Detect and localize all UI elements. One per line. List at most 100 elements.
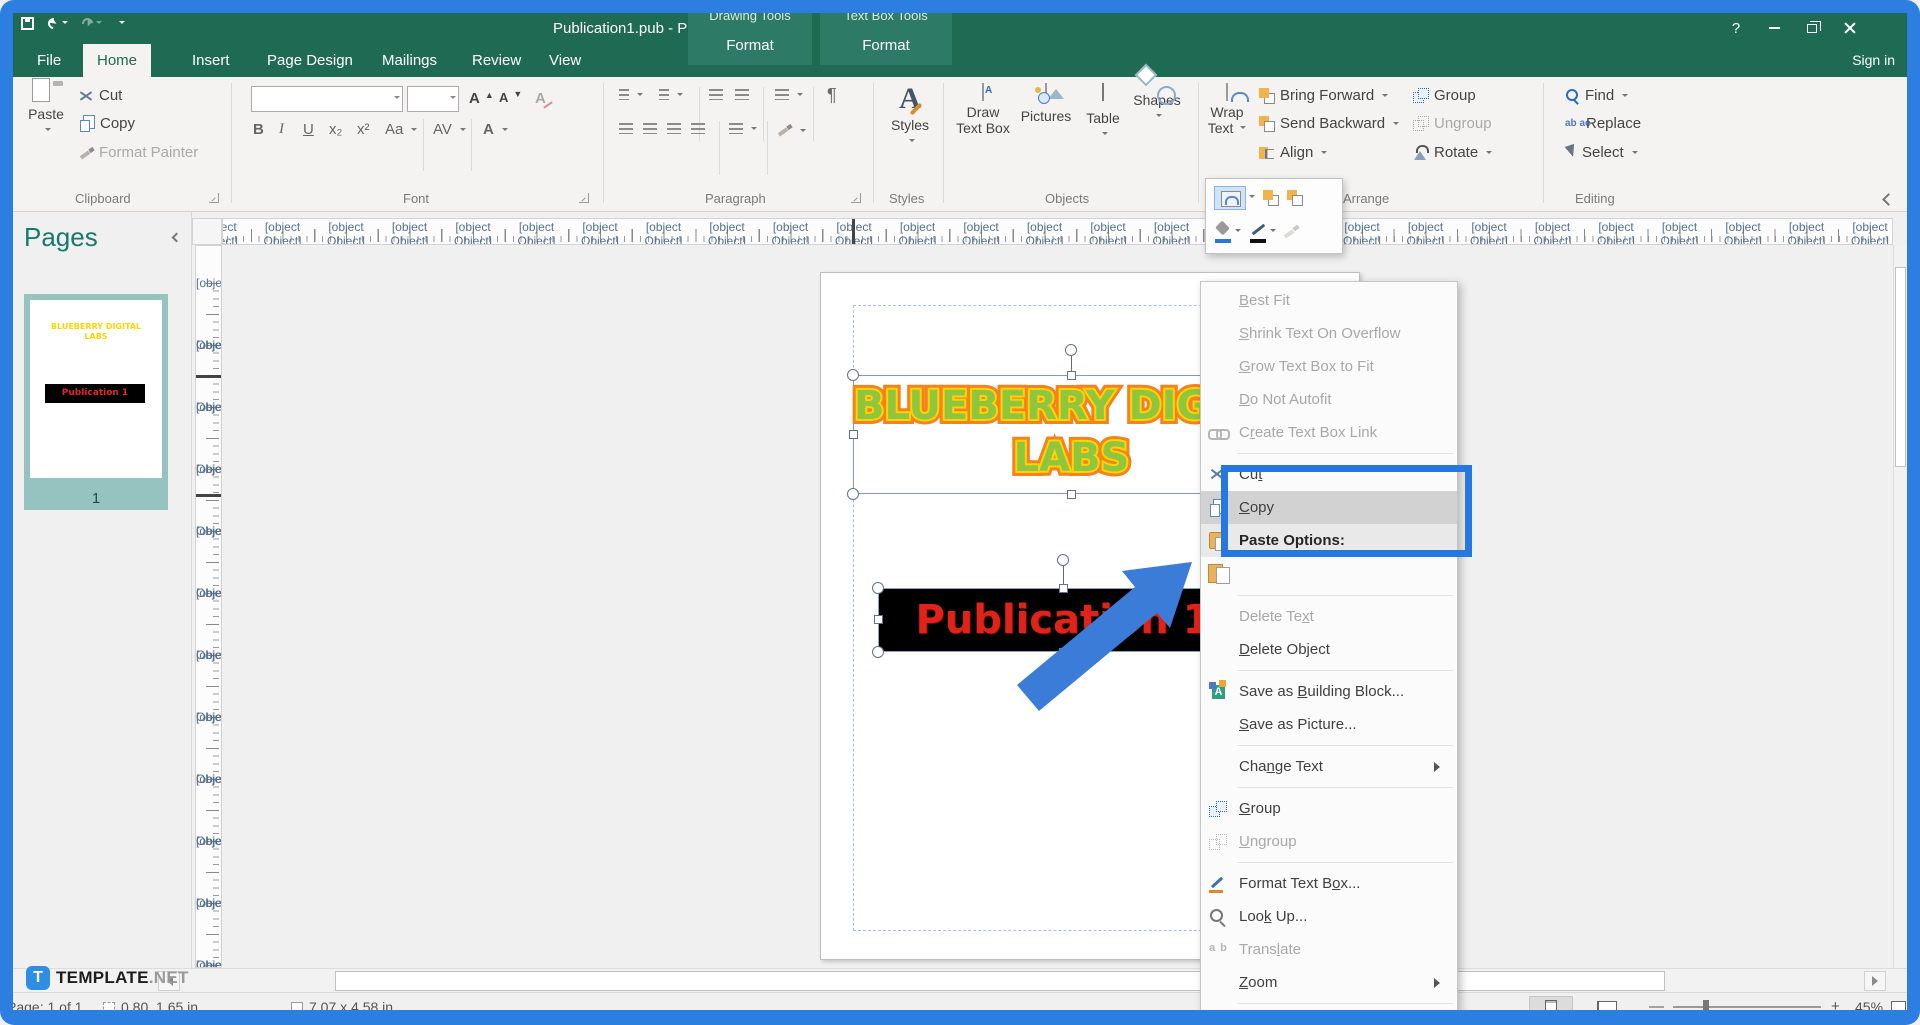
line-spacing-button[interactable] (729, 123, 757, 134)
vertical-ruler[interactable]: [object Object][object Object][object Ob… (195, 245, 222, 968)
resize-handle[interactable] (1067, 490, 1076, 499)
align-center-button[interactable] (643, 123, 657, 134)
page-indicator[interactable]: Page: 1 of 1 (7, 999, 83, 1015)
object-position[interactable]: 0.80, 1.65 in. (103, 999, 202, 1015)
resize-handle[interactable] (874, 615, 883, 624)
styles-button[interactable]: A Styles (879, 83, 941, 149)
rotation-handle[interactable] (1065, 344, 1077, 356)
font-name-combo[interactable] (251, 86, 403, 112)
cut-button[interactable]: Cut (79, 87, 122, 104)
resize-handle[interactable] (849, 430, 858, 439)
tab-home[interactable]: Home (83, 44, 151, 77)
send-backward-icon[interactable] (1287, 190, 1303, 206)
resize-handle[interactable] (1059, 584, 1068, 593)
context-menu-item[interactable]: Grow Text Box to Fit (1201, 350, 1457, 383)
horizontal-scrollbar-thumb[interactable] (335, 971, 1665, 991)
resize-handle[interactable] (847, 369, 859, 381)
clipboard-dialog-launcher[interactable] (209, 193, 219, 203)
context-menu-item[interactable]: Do Not Autofit (1201, 383, 1457, 416)
sign-in-link[interactable]: Sign in (1852, 44, 1895, 77)
shapes-button[interactable]: Shapes (1129, 84, 1185, 124)
collapse-panel-icon[interactable] (172, 233, 182, 243)
title-text-box[interactable]: Publication 1 (878, 588, 1248, 652)
context-menu-item[interactable]: Look Up... (1201, 900, 1457, 933)
context-menu-item[interactable]: Ungroup (1201, 825, 1457, 858)
grow-font-button[interactable]: A▲ (469, 90, 494, 107)
subscript-button[interactable]: x₂ (329, 121, 342, 138)
context-menu-item[interactable]: Save as Building Block... (1201, 675, 1457, 708)
bring-forward-icon[interactable] (1263, 190, 1279, 206)
context-menu-item[interactable]: Format Text Box... (1201, 867, 1457, 900)
fit-page-button[interactable] (1885, 996, 1911, 1018)
font-color-button[interactable]: A (483, 121, 508, 138)
context-menu-item[interactable] (1201, 999, 1457, 1008)
decrease-indent-button[interactable] (709, 89, 723, 100)
context-menu-item[interactable]: Change Text (1201, 750, 1457, 783)
context-menu-item[interactable] (1201, 858, 1457, 867)
tab-review[interactable]: Review (458, 44, 535, 77)
character-spacing-button[interactable]: AV (433, 121, 466, 138)
align-right-button[interactable] (667, 123, 681, 134)
help-button[interactable]: ? (1717, 12, 1755, 44)
tab-mailings[interactable]: Mailings (368, 44, 451, 77)
font-dialog-launcher[interactable] (579, 193, 589, 203)
textbox-tools-contextual-tab[interactable]: Text Box Tools Format (820, 1, 952, 65)
horizontal-ruler[interactable]: [object Object][object Object][object Ob… (222, 218, 1893, 245)
table-button[interactable]: Table (1079, 84, 1127, 142)
resize-handle[interactable] (847, 488, 859, 500)
zoom-slider-thumb[interactable] (1703, 1000, 1709, 1014)
change-case-button[interactable]: Aa (385, 121, 417, 138)
ungroup-button[interactable]: Ungroup (1413, 115, 1492, 132)
bullets-button[interactable] (619, 89, 643, 100)
tab-file[interactable]: File (23, 44, 75, 77)
page-thumbnail[interactable]: BLUEBERRY DIGITALLABS Publication 1 1 (24, 294, 168, 510)
context-menu-item[interactable]: Save as Picture... (1201, 708, 1457, 741)
group-button[interactable]: Group (1413, 87, 1476, 104)
find-button[interactable]: Find (1565, 87, 1628, 104)
select-button[interactable]: Select (1565, 144, 1638, 161)
columns-button[interactable] (775, 89, 803, 100)
justify-button[interactable] (691, 123, 705, 134)
font-size-combo[interactable] (407, 86, 459, 112)
context-menu-item[interactable]: Group (1201, 792, 1457, 825)
drawing-tools-contextual-tab[interactable]: Drawing Tools Format (688, 1, 812, 65)
underline-button[interactable]: U (303, 121, 314, 138)
rotation-handle[interactable] (1057, 554, 1069, 566)
context-menu-item[interactable]: Delete Object (1201, 633, 1457, 666)
tab-format-drawing[interactable]: Format (688, 37, 812, 54)
context-menu-item[interactable]: Hyperlink... (1201, 1008, 1457, 1025)
paste-button[interactable]: Paste (21, 84, 71, 138)
context-menu-item[interactable] (1201, 741, 1457, 750)
tab-view[interactable]: View (535, 44, 595, 77)
context-menu-item[interactable]: Best Fit (1201, 284, 1457, 317)
shrink-font-button[interactable]: A▼ (499, 90, 522, 105)
zoom-slider[interactable] (1673, 1006, 1821, 1008)
context-menu-item[interactable]: Create Text Box Link (1201, 416, 1457, 449)
context-menu-item[interactable]: Delete Text (1201, 600, 1457, 633)
paragraph-dialog-launcher[interactable] (851, 193, 861, 203)
vertical-scrollbar[interactable] (1893, 245, 1907, 968)
shape-outline-button[interactable] (1249, 221, 1276, 243)
close-button[interactable] (1831, 12, 1869, 44)
zoom-level[interactable]: 45% (1855, 999, 1883, 1015)
clear-formatting-button[interactable]: A (535, 90, 553, 107)
collapse-ribbon-button[interactable] (1882, 193, 1895, 206)
context-menu-item[interactable]: Shrink Text On Overflow (1201, 317, 1457, 350)
change-picture-button[interactable] (1214, 186, 1255, 210)
context-menu-item[interactable]: Zoom (1201, 966, 1457, 999)
align-objects-button[interactable]: Align (1259, 144, 1327, 161)
tab-page-design[interactable]: Page Design (253, 44, 367, 77)
undo-button[interactable] (48, 18, 68, 29)
zoom-in-button[interactable]: + (1831, 998, 1840, 1015)
context-menu-item[interactable] (1201, 666, 1457, 675)
show-paragraph-marks-button[interactable]: ¶ (827, 85, 837, 106)
resize-handle[interactable] (872, 582, 884, 594)
resize-handle[interactable] (1059, 648, 1068, 657)
wrap-text-button[interactable]: WrapText (1205, 84, 1249, 136)
italic-button[interactable]: I (279, 121, 284, 138)
pictures-button[interactable]: Pictures (1017, 84, 1075, 124)
replace-button[interactable]: ab acReplace (1565, 115, 1641, 132)
format-painter-icon[interactable] (1284, 223, 1300, 241)
context-menu-item[interactable] (1201, 591, 1457, 600)
align-left-button[interactable] (619, 123, 633, 134)
